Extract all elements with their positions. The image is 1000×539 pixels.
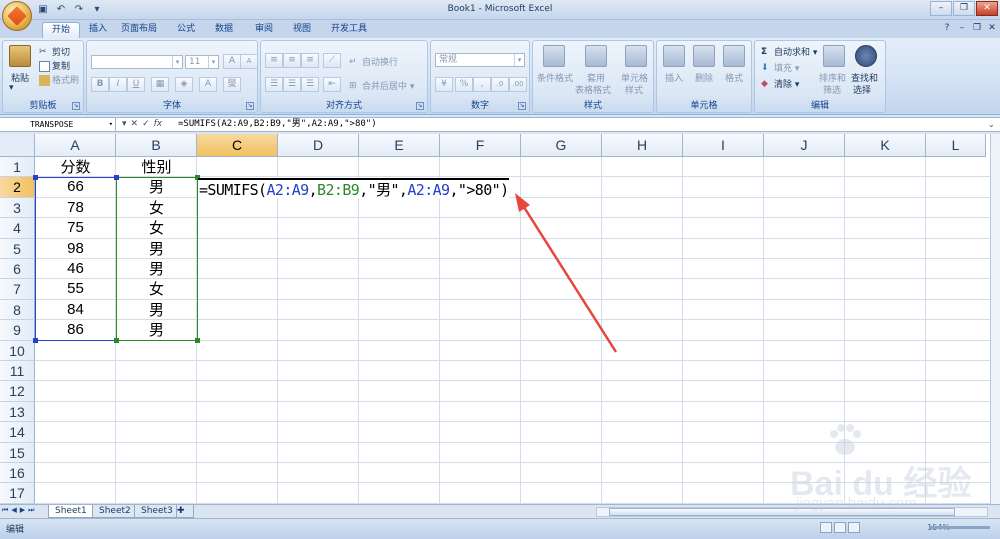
red-arrow-head [515,193,530,212]
office-logo-icon [7,6,27,26]
red-arrow-shaft [520,203,618,353]
baidu-watermark: Bai du 经验 jingyan.baidu.com [770,420,990,515]
office-button[interactable] [2,1,32,31]
excel-window: ▣ ↶ ↷ ▾ Book1 - Microsoft Excel – ❐ ✕ 开始… [0,0,1000,539]
paw-icon [830,424,861,455]
watermark-url: jingyan.baidu.com [796,495,917,512]
